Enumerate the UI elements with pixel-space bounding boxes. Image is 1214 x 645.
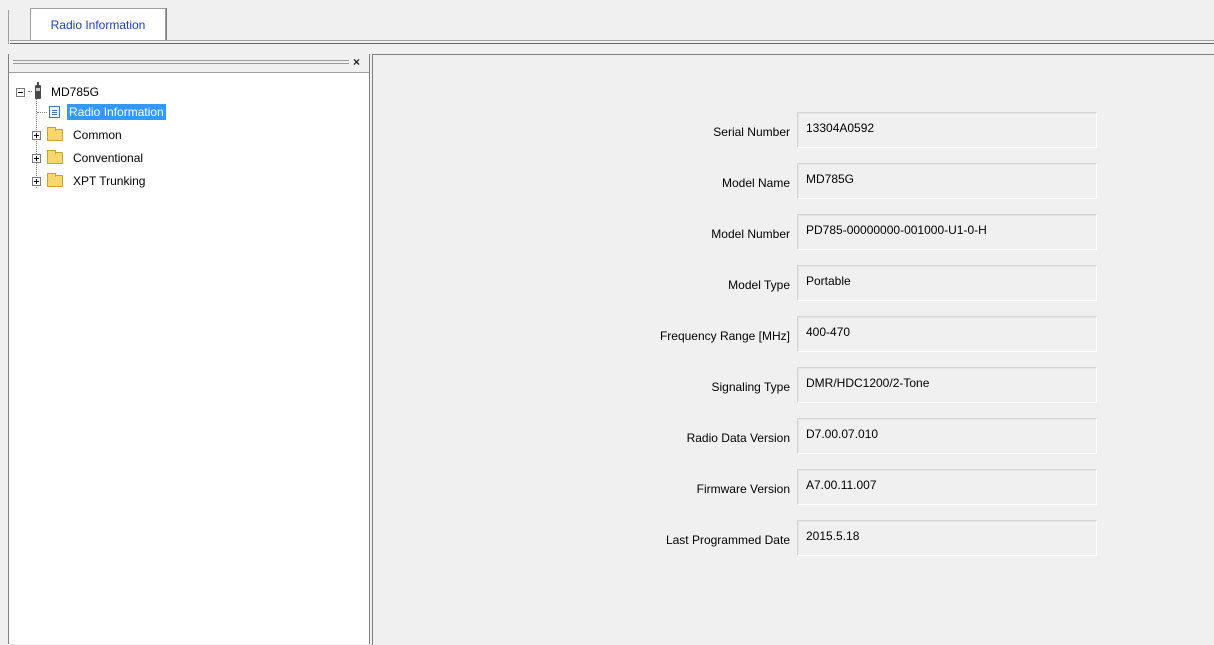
model-name-field[interactable]: MD785G	[797, 163, 1097, 199]
collapse-icon[interactable]	[16, 87, 25, 97]
tab-divider-shadow	[10, 43, 1214, 44]
folder-icon	[47, 127, 63, 141]
tree-node-xpt-trunking[interactable]: XPT Trunking	[32, 171, 145, 191]
panel-grip-line[interactable]	[13, 63, 349, 64]
model-name-label: Model Name	[721, 176, 790, 190]
folder-icon	[47, 150, 63, 164]
expand-icon[interactable]	[32, 130, 41, 140]
radio-data-version-field[interactable]: D7.00.07.010	[797, 418, 1097, 454]
signaling-type-label: Signaling Type	[711, 380, 790, 394]
tree-node-md785g[interactable]: MD785G	[16, 82, 99, 102]
tree-connector	[37, 112, 47, 114]
tree-node-label: Common	[73, 128, 122, 142]
tree-panel: × MD785G Radio Information Common Conven…	[8, 54, 370, 644]
tree-node-label: XPT Trunking	[73, 174, 146, 188]
document-icon	[49, 106, 60, 118]
tree-panel-header: ×	[9, 54, 369, 73]
model-number-label: Model Number	[711, 227, 790, 241]
tab-strip: Radio Information	[0, 0, 1214, 48]
serial-number-field[interactable]: 13304A0592	[797, 112, 1097, 148]
tab-strip-separator	[8, 10, 9, 44]
radio-information-panel: Serial Number 13304A0592 Model Name MD78…	[372, 54, 1214, 645]
expand-icon[interactable]	[32, 153, 41, 163]
model-type-field[interactable]: Portable	[797, 265, 1097, 301]
close-icon[interactable]: ×	[353, 55, 360, 69]
last-programmed-date-label: Last Programmed Date	[665, 533, 790, 547]
tree-node-radio-information[interactable]: Radio Information	[49, 102, 166, 122]
serial-number-label: Serial Number	[713, 125, 790, 139]
tree-node-label: Conventional	[73, 151, 144, 165]
tree-node-conventional[interactable]: Conventional	[32, 148, 143, 168]
firmware-version-label: Firmware Version	[696, 482, 790, 496]
last-programmed-date-field[interactable]: 2015.5.18	[797, 520, 1097, 556]
frequency-range-field[interactable]: 400-470	[797, 316, 1097, 352]
expand-icon[interactable]	[32, 176, 41, 186]
firmware-version-field[interactable]: A7.00.11.007	[797, 469, 1097, 505]
tree-node-label: Radio Information	[67, 104, 166, 120]
tab-divider	[10, 40, 1214, 41]
panel-grip-line[interactable]	[13, 60, 349, 61]
signaling-type-field[interactable]: DMR/HDC1200/2-Tone	[797, 367, 1097, 403]
model-number-field[interactable]: PD785-00000000-001000-U1-0-H	[797, 214, 1097, 250]
tab-radio-information[interactable]: Radio Information	[30, 8, 166, 41]
model-type-label: Model Type	[728, 278, 790, 292]
radio-data-version-label: Radio Data Version	[686, 431, 790, 445]
tree-node-common[interactable]: Common	[32, 125, 122, 145]
radio-device-icon	[35, 82, 41, 99]
frequency-range-label: Frequency Range [MHz]	[659, 329, 790, 343]
tree-node-label: MD785G	[51, 85, 100, 99]
folder-icon	[47, 173, 63, 187]
